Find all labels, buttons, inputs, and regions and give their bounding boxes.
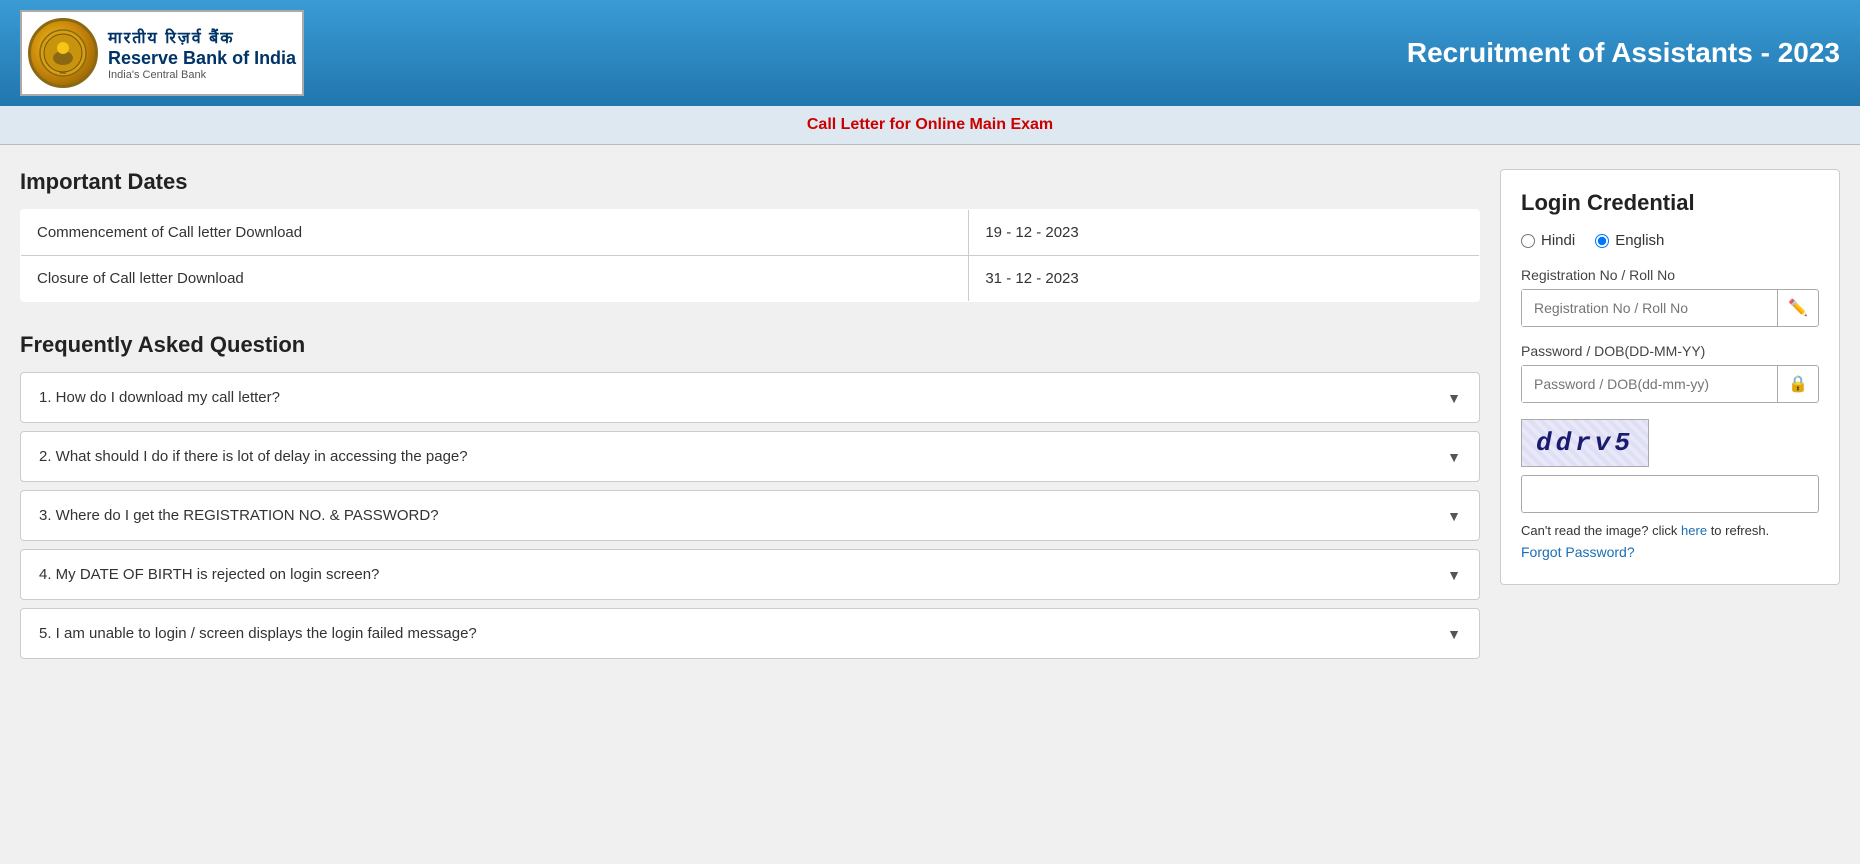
faq-title: Frequently Asked Question: [20, 332, 1480, 358]
captcha-image: ddrv5: [1521, 419, 1649, 467]
language-english-label: English: [1615, 232, 1664, 249]
lock-icon[interactable]: 🔒: [1777, 366, 1818, 402]
date-label: Commencement of Call letter Download: [21, 210, 969, 256]
captcha-input[interactable]: [1521, 475, 1819, 513]
forgot-password-link[interactable]: Forgot Password?: [1521, 544, 1819, 560]
faq-item[interactable]: 2. What should I do if there is lot of d…: [20, 431, 1480, 482]
chevron-down-icon: ▼: [1447, 508, 1461, 524]
faq-question: 3. Where do I get the REGISTRATION NO. &…: [39, 507, 439, 524]
captcha-refresh-text: Can't read the image? click here to refr…: [1521, 523, 1819, 538]
reg-field-label: Registration No / Roll No: [1521, 267, 1819, 283]
table-row: Closure of Call letter Download 31 - 12 …: [21, 256, 1480, 302]
logo-text-block: मारतीय रिज़र्व बैंक Reserve Bank of Indi…: [108, 26, 296, 81]
page-title: Recruitment of Assistants - 2023: [1407, 37, 1840, 69]
reg-input[interactable]: [1522, 290, 1777, 326]
important-dates-title: Important Dates: [20, 169, 1480, 195]
rbi-emblem: RBI: [28, 18, 98, 88]
login-box: Login Credential Hindi English Registrat…: [1500, 169, 1840, 585]
date-value: 31 - 12 - 2023: [969, 256, 1480, 302]
faq-question: 1. How do I download my call letter?: [39, 389, 280, 406]
language-hindi-label: Hindi: [1541, 232, 1575, 249]
language-selector: Hindi English: [1521, 232, 1819, 249]
faq-question: 4. My DATE OF BIRTH is rejected on login…: [39, 566, 379, 583]
faq-question: 2. What should I do if there is lot of d…: [39, 448, 468, 465]
password-field-label: Password / DOB(DD-MM-YY): [1521, 343, 1819, 359]
right-panel: Login Credential Hindi English Registrat…: [1500, 169, 1840, 667]
page-header: RBI मारतीय रिज़र्व बैंक Reserve Bank of …: [0, 0, 1860, 106]
faq-item[interactable]: 4. My DATE OF BIRTH is rejected on login…: [20, 549, 1480, 600]
date-value: 19 - 12 - 2023: [969, 210, 1480, 256]
faq-list: 1. How do I download my call letter? ▼ 2…: [20, 372, 1480, 659]
logo-english-text: Reserve Bank of India: [108, 48, 296, 69]
svg-text:RBI: RBI: [60, 70, 67, 75]
language-hindi-option[interactable]: Hindi: [1521, 232, 1575, 249]
table-row: Commencement of Call letter Download 19 …: [21, 210, 1480, 256]
sub-header-text: Call Letter for Online Main Exam: [807, 116, 1053, 133]
faq-item[interactable]: 1. How do I download my call letter? ▼: [20, 372, 1480, 423]
pencil-icon[interactable]: ✏️: [1777, 290, 1818, 326]
chevron-down-icon: ▼: [1447, 390, 1461, 406]
faq-item[interactable]: 5. I am unable to login / screen display…: [20, 608, 1480, 659]
main-content: Important Dates Commencement of Call let…: [0, 145, 1860, 691]
left-panel: Important Dates Commencement of Call let…: [20, 169, 1480, 667]
logo-hindi-text: मारतीय रिज़र्व बैंक: [108, 26, 296, 48]
login-title: Login Credential: [1521, 190, 1819, 216]
important-dates-table: Commencement of Call letter Download 19 …: [20, 209, 1480, 302]
faq-question: 5. I am unable to login / screen display…: [39, 625, 477, 642]
logo-sub-text: India's Central Bank: [108, 69, 296, 81]
language-english-option[interactable]: English: [1595, 232, 1664, 249]
language-english-radio[interactable]: [1595, 234, 1609, 248]
reg-input-wrapper: ✏️: [1521, 289, 1819, 327]
password-input-wrapper: 🔒: [1521, 365, 1819, 403]
date-label: Closure of Call letter Download: [21, 256, 969, 302]
chevron-down-icon: ▼: [1447, 449, 1461, 465]
chevron-down-icon: ▼: [1447, 567, 1461, 583]
rbi-logo-box: RBI मारतीय रिज़र्व बैंक Reserve Bank of …: [20, 10, 304, 96]
password-input[interactable]: [1522, 366, 1777, 402]
language-hindi-radio[interactable]: [1521, 234, 1535, 248]
chevron-down-icon: ▼: [1447, 626, 1461, 642]
sub-header-banner: Call Letter for Online Main Exam: [0, 106, 1860, 145]
captcha-refresh-link[interactable]: here: [1681, 523, 1707, 538]
faq-item[interactable]: 3. Where do I get the REGISTRATION NO. &…: [20, 490, 1480, 541]
